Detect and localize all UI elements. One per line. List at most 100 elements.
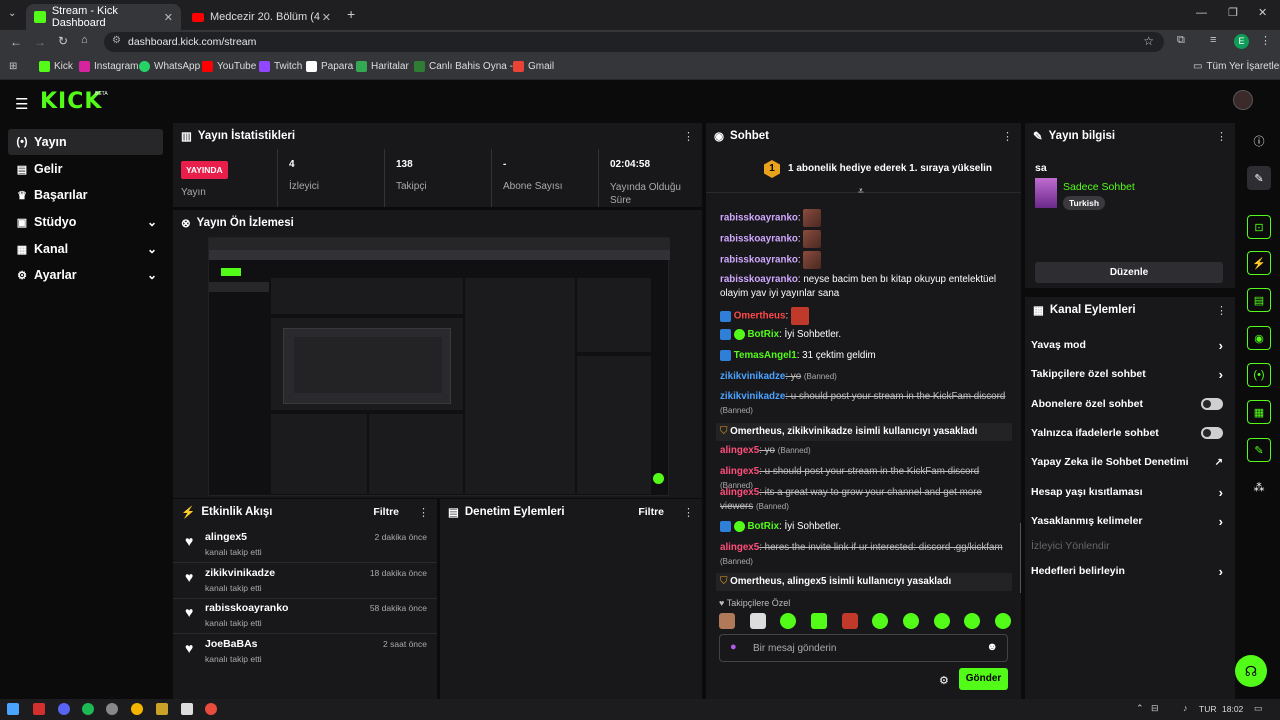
emote-icon[interactable] [902,613,919,629]
taskbar-app-icon[interactable] [205,703,217,715]
edit-button[interactable]: Düzenle [1035,262,1223,283]
sidebar-item-studyo[interactable]: ▣ Stüdyo ⌄ [8,209,163,235]
close-tab-icon[interactable]: ✕ [164,11,173,24]
all-bookmarks[interactable]: ▭ Tüm Yer İşaretleri [1193,61,1280,72]
bookmark-instagram[interactable]: Instagram [79,61,138,72]
broadcast-icon[interactable]: (•) [1247,363,1271,387]
reading-list-icon[interactable]: ≡ [1210,34,1216,46]
filter-button[interactable]: Filtre [638,506,664,518]
activity-user[interactable]: alingex5 [205,531,247,543]
category-thumbnail[interactable] [1035,178,1057,208]
site-info-icon[interactable]: ⚙ [112,35,121,46]
kick-logo[interactable]: KICK [40,89,102,114]
layout-icon[interactable]: ▦ [1247,400,1271,424]
emote-icon[interactable] [780,613,797,629]
forward-icon[interactable]: → [34,35,46,49]
share-nodes-icon[interactable]: ⁂ [1247,475,1271,499]
document-icon[interactable]: ▤ [1247,288,1271,312]
subscribers-only-toggle[interactable] [1201,398,1223,410]
new-tab-icon[interactable]: + [347,6,355,22]
chat-icon[interactable]: ◉ [1247,326,1271,350]
chat-scrollbar[interactable] [1020,523,1021,593]
bookmark-kick[interactable]: Kick [39,61,73,72]
home-icon[interactable]: ⌂ [81,34,88,46]
notifications-icon[interactable]: ▭ [1254,703,1263,714]
emote-icon[interactable] [841,613,858,629]
taskbar-app-icon[interactable] [156,703,168,715]
emote-icon[interactable] [749,613,766,629]
taskbar-app-icon[interactable] [181,703,193,715]
tray-chevron-icon[interactable]: ⌃ [1136,703,1144,714]
extensions-icon[interactable]: ⧉ [1177,34,1185,47]
bookmark-maps[interactable]: Haritalar [356,61,409,72]
hamburger-menu-icon[interactable]: ☰ [15,95,28,113]
bookmark-bahis[interactable]: Canlı Bahis Oyna -... [414,61,521,72]
bookmark-whatsapp[interactable]: WhatsApp [139,61,200,72]
banned-words-item[interactable]: Yasaklanmış kelimeler › [1031,507,1227,535]
more-options-icon[interactable]: ⋮ [418,506,429,519]
browser-menu-icon[interactable]: ⋮ [1260,34,1271,47]
emote-icon[interactable] [933,613,950,629]
bookmark-papara[interactable]: Papara [306,61,353,72]
category-name[interactable]: Sadece Sohbet [1063,181,1135,193]
chat-username[interactable]: BotRix [747,329,779,340]
language-indicator[interactable]: TUR [1199,704,1216,714]
user-avatar[interactable] [1233,90,1253,110]
reload-icon[interactable]: ↻ [58,34,68,48]
emote-icon[interactable] [872,613,889,629]
more-options-icon[interactable]: ⋮ [683,130,694,143]
filter-button[interactable]: Filtre [373,506,399,518]
chat-username[interactable]: alingex5 [720,466,759,477]
chat-username[interactable]: Omertheus [734,311,786,322]
volume-icon[interactable]: ♪ [1183,703,1188,713]
emote-icon[interactable] [719,613,735,629]
chat-username[interactable]: rabisskoayranko [720,213,798,224]
stream-preview-video[interactable] [208,237,670,496]
restore-icon[interactable]: ❐ [1228,6,1238,19]
taskbar-app-icon[interactable] [33,703,45,715]
emote-icon[interactable] [964,613,981,629]
pinned-goal[interactable]: 1 1 abonelik hediye ederek 1. sıraya yük… [706,153,1021,197]
set-goals-item[interactable]: Hedefleri belirleyin › [1031,557,1227,585]
more-options-icon[interactable]: ⋮ [1216,130,1227,143]
sidebar-item-ayarlar[interactable]: ⚙ Ayarlar ⌄ [8,262,163,288]
sidebar-item-yayin[interactable]: (•) Yayın [8,129,163,155]
support-headset-icon[interactable]: ☊ [1235,655,1267,687]
profile-avatar[interactable]: E [1234,34,1249,49]
wrench-icon[interactable]: ✎ [1247,438,1271,462]
sidebar-item-basarilar[interactable]: ♛ Başarılar [8,182,163,208]
subscribers-only-item[interactable]: Abonelere özel sohbet [1031,390,1227,418]
chat-username[interactable]: rabisskoayranko [720,255,798,266]
network-icon[interactable]: ⊟ [1151,703,1159,714]
followers-only-item[interactable]: Takipçilere özel sohbet › [1031,360,1227,388]
bookmark-star-icon[interactable]: ☆ [1143,34,1154,48]
activity-user[interactable]: JoeBaBAs [205,638,258,650]
tab-kick-dashboard[interactable]: Stream - Kick Dashboard ✕ [26,4,181,30]
bookmark-youtube[interactable]: YouTube [202,61,256,72]
microphone-icon[interactable]: ● [730,641,737,653]
chat-input[interactable]: ● Bir mesaj gönderin ☻ [719,634,1008,662]
chat-username[interactable]: alingex5 [720,445,759,456]
emotes-only-toggle[interactable] [1201,427,1223,439]
sidebar-item-kanal[interactable]: ▦ Kanal ⌄ [8,236,163,262]
slow-mode-item[interactable]: Yavaş mod › [1031,331,1227,359]
minimize-icon[interactable]: — [1196,7,1207,19]
send-button[interactable]: Gönder [959,668,1008,690]
chat-username[interactable]: zikikvinikadze [720,371,785,382]
discord-icon[interactable] [58,703,70,715]
chrome-icon[interactable] [131,703,143,715]
emoji-icon[interactable]: ☻ [986,641,998,653]
chat-username[interactable]: BotRix [747,521,779,532]
lightning-icon[interactable]: ⚡ [1247,251,1271,275]
account-age-item[interactable]: Hesap yaşı kısıtlaması › [1031,478,1227,506]
more-options-icon[interactable]: ⋮ [683,506,694,519]
edit-icon[interactable]: ✎ [1247,166,1271,190]
apps-grid-icon[interactable]: ⊞ [9,61,17,72]
info-icon[interactable]: ⓘ [1247,129,1271,153]
close-tab-icon[interactable]: ✕ [322,11,331,24]
tab-youtube[interactable]: Medcezir 20. Bölüm (4K) - YouT ✕ [184,4,339,30]
close-window-icon[interactable]: ✕ [1258,6,1267,19]
chat-username[interactable]: alingex5 [720,542,759,553]
chat-username[interactable]: TemasAngel1 [734,350,797,361]
emote-icon[interactable] [994,613,1011,629]
